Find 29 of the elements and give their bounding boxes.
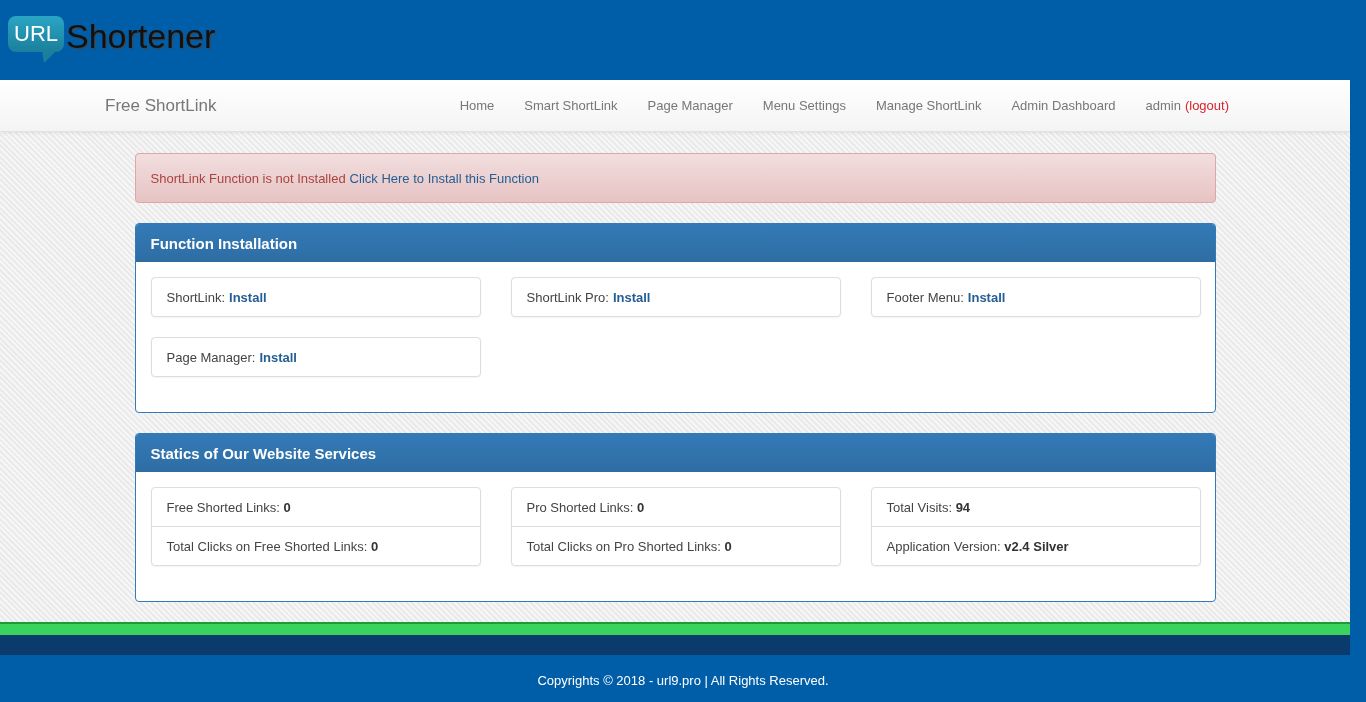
statistic-text: Total Clicks on Free Shorted Links: 0 [166, 538, 379, 554]
nav-link[interactable]: Menu Settings [762, 98, 846, 113]
copyright-text: Copyrights © 2018 - url9.pro | All Rights Reserved. [537, 672, 829, 688]
statistic-text: Application Version: v2.4 Silver [886, 538, 1069, 554]
user-name: admin [1145, 98, 1181, 113]
install-link[interactable]: Install [259, 349, 297, 365]
statistic-text: Total Visits: 94 [886, 499, 971, 515]
statistic-text: Pro Shorted Links: 0 [526, 499, 645, 515]
statistic-text: Free Shorted Links: 0 [166, 499, 291, 515]
install-link[interactable]: Install [229, 289, 267, 305]
nav-link[interactable]: Admin Dashboard [1011, 98, 1116, 113]
function-label: ShortLink Pro: [526, 289, 609, 305]
alert-message: ShortLink Function is not Installed [150, 170, 346, 186]
brand-link[interactable]: Free ShortLink [105, 95, 217, 116]
nav-link[interactable]: Home [459, 98, 495, 113]
install-link[interactable]: Install [612, 289, 651, 305]
nav-link[interactable]: Page Manager [647, 98, 733, 113]
statistic-text: Total Clicks on Pro Shorted Links: 0 [526, 538, 732, 554]
function-label: Page Manager: [166, 349, 256, 365]
panel-title: Function Installation [135, 224, 1215, 262]
install-link[interactable]: Install [967, 289, 1006, 305]
function-label: ShortLink: [166, 289, 226, 305]
logout-link[interactable]: (logout) [1184, 98, 1229, 113]
nav-link[interactable]: Smart ShortLink [524, 98, 618, 113]
install-link[interactable]: Click Here to Install this Function [349, 170, 539, 186]
nav-link[interactable]: Manage ShortLink [875, 98, 982, 113]
function-label: Footer Menu: [886, 289, 964, 305]
panel-title: Statics of Our Website Services [135, 434, 1215, 472]
logo-wordmark: Shortener [66, 16, 216, 56]
